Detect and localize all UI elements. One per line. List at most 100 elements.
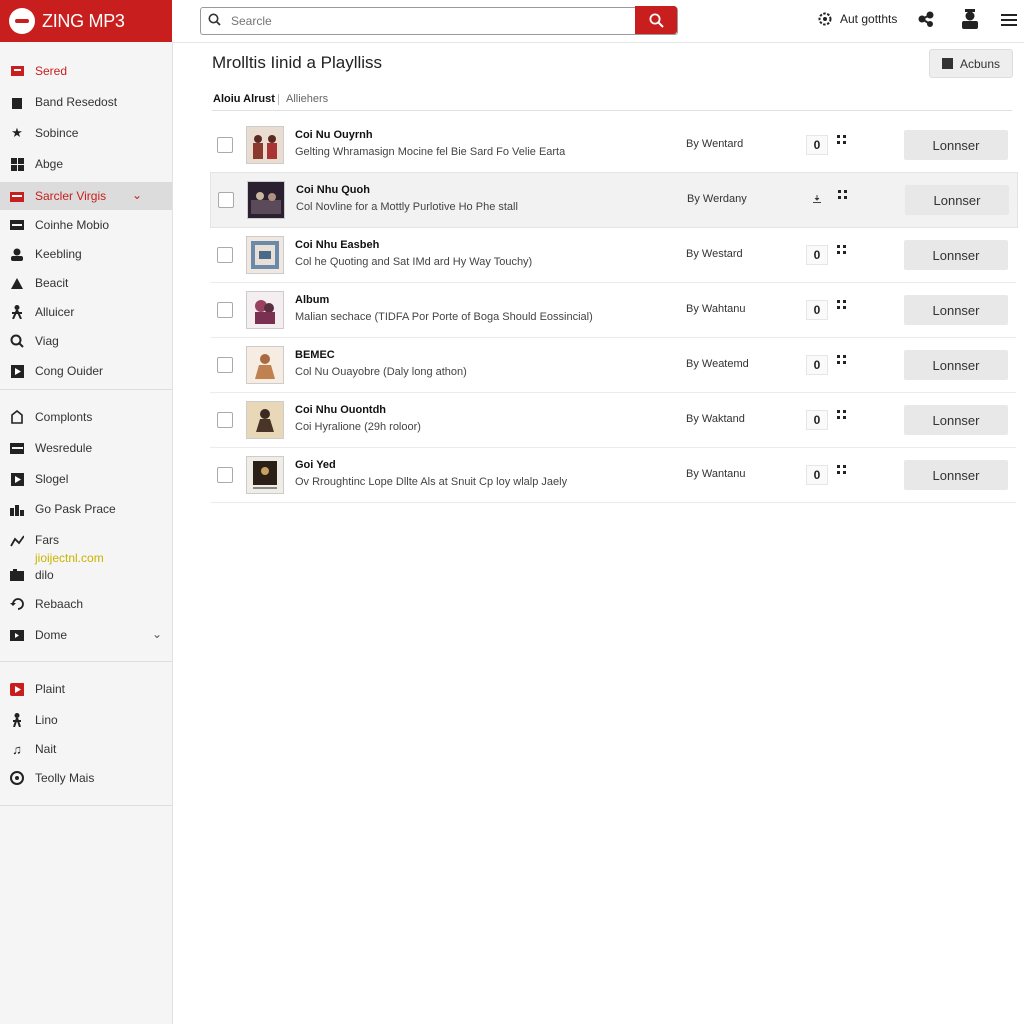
row-title[interactable]: Coi Nu Ouyrnh (295, 129, 373, 141)
row-subtitle: Malian sechace (TIDFA Por Porte of Boga … (295, 311, 593, 323)
row-title[interactable]: Coi Nhu Ouontdh (295, 404, 386, 416)
sidebar-item-go-pask-prace[interactable]: Go Pask Prace (0, 495, 172, 523)
sidebar-item-label: Cong Ouider (35, 364, 104, 378)
more-icon[interactable] (838, 190, 850, 202)
listen-button[interactable]: Lonnser (904, 240, 1008, 270)
sidebar-item-coinhe-mobio[interactable]: Coinhe Mobio (0, 211, 172, 239)
star-icon: ★ (11, 125, 23, 140)
sidebar-item-lino[interactable]: Lino (0, 706, 172, 734)
row-title[interactable]: Coi Nhu Quoh (296, 184, 370, 196)
row-title[interactable]: Goi Yed (295, 459, 336, 471)
sidebar-item-dome[interactable]: Dome ⌄ (0, 621, 172, 649)
sidebar-item-keebling[interactable]: Keebling (0, 240, 172, 268)
sidebar-item-sered[interactable]: Sered (0, 57, 172, 85)
sidebar-item-label: Coinhe Mobio (35, 218, 110, 232)
row-checkbox[interactable] (217, 412, 233, 428)
menu-icon (1001, 14, 1017, 26)
row-checkbox[interactable] (217, 467, 233, 483)
row-title[interactable]: BEMEC (295, 349, 335, 361)
more-icon[interactable] (837, 465, 849, 477)
sidebar-item-abge[interactable]: Abge (0, 150, 172, 178)
user-icon (962, 9, 978, 29)
sidebar-item-viag[interactable]: Viag (0, 327, 172, 355)
sidebar-item-label: Teolly Mais (35, 771, 95, 785)
chevron-down-icon[interactable]: ⌄ (152, 627, 162, 641)
table-row[interactable]: Album Malian sechace (TIDFA Por Porte of… (210, 283, 1016, 338)
table-row[interactable]: Coi Nu Ouyrnh Gelting Whramasign Mocine … (210, 118, 1016, 173)
row-count: 0 (806, 245, 828, 265)
row-checkbox[interactable] (217, 357, 233, 373)
sidebar-item-band-resedost[interactable]: Band Resedost (0, 88, 172, 116)
sidebar-item-label: Plaint (35, 682, 66, 696)
sidebar-item-plaint[interactable]: Plaint (0, 675, 172, 703)
sidebar-item-sarcler-virgis[interactable]: Sarcler Virgis ⌄ (0, 182, 172, 210)
menu-button[interactable] (1001, 13, 1017, 26)
row-checkbox[interactable] (217, 137, 233, 153)
row-artist: By Wantanu (686, 468, 746, 480)
sidebar-item-teolly-mais[interactable]: Teolly Mais (0, 764, 172, 792)
download-icon[interactable] (807, 190, 827, 208)
sidebar-divider (0, 805, 172, 806)
more-icon[interactable] (837, 135, 849, 147)
compass-icon (10, 276, 24, 290)
sidebar-item-sobince[interactable]: ★ Sobince (0, 119, 172, 147)
calendar-icon (10, 441, 24, 455)
more-icon[interactable] (837, 300, 849, 312)
more-icon[interactable] (837, 410, 849, 422)
search-button[interactable] (635, 6, 677, 34)
table-row[interactable]: BEMEC Col Nu Ouayobre (Daly long athon) … (210, 338, 1016, 393)
tab-album-artist[interactable]: Aloiu Alrust (213, 93, 275, 105)
row-count: 0 (806, 135, 828, 155)
sidebar-item-rebaach[interactable]: Rebaach (0, 590, 172, 618)
row-checkbox[interactable] (218, 192, 234, 208)
table-row[interactable]: Goi Yed Ov Rroughtinc Lope Dllte Als at … (210, 448, 1016, 503)
row-count: 0 (806, 465, 828, 485)
listen-button[interactable]: Lonnser (904, 295, 1008, 325)
table-row[interactable]: Coi Nhu Easbeh Col he Quoting and Sat IM… (210, 228, 1016, 283)
sidebar-item-wesredule[interactable]: Wesredule (0, 434, 172, 462)
user-button[interactable] (960, 8, 980, 30)
listen-button[interactable]: Lonnser (904, 350, 1008, 380)
sidebar-item-beacit[interactable]: Beacit (0, 269, 172, 297)
albums-button[interactable]: Acbuns (929, 49, 1013, 78)
table-row[interactable]: Coi Nhu Ouontdh Coi Hyralione (29h roloo… (210, 393, 1016, 448)
home-icon (10, 628, 24, 642)
user-icon (10, 247, 24, 261)
sidebar-item-dilo[interactable]: dilo (0, 561, 172, 589)
sidebar-item-alluicer[interactable]: Alluicer (0, 298, 172, 326)
tab-others[interactable]: Alliehers (286, 93, 328, 105)
tab-bar: Aloiu Alrust Alliehers (212, 90, 1012, 111)
row-subtitle: Coi Hyralione (29h roloor) (295, 421, 421, 433)
sidebar-item-cong-ouider[interactable]: Cong Ouider (0, 357, 172, 385)
film-icon (10, 568, 24, 582)
share-button[interactable] (917, 10, 935, 28)
row-count: 0 (806, 410, 828, 430)
row-checkbox[interactable] (217, 247, 233, 263)
listen-button[interactable]: Lonnser (904, 405, 1008, 435)
sidebar-item-label: Go Pask Prace (35, 502, 116, 516)
account-button[interactable]: Aut gotthts (817, 11, 897, 27)
chevron-down-icon[interactable]: ⌄ (132, 188, 142, 202)
listen-button[interactable]: Lonnser (904, 130, 1008, 160)
table-row[interactable]: Coi Nhu Quoh Col Novline for a Mottly Pu… (210, 172, 1018, 228)
more-icon[interactable] (837, 245, 849, 257)
sidebar-item-label: Wesredule (35, 441, 93, 455)
search-input[interactable] (229, 11, 623, 31)
logo-text: ZING MP3 (42, 10, 125, 31)
listen-button[interactable]: Lonnser (904, 460, 1008, 490)
chart-icon (10, 502, 24, 516)
row-title[interactable]: Coi Nhu Easbeh (295, 239, 379, 251)
search-icon (10, 334, 24, 348)
sidebar-item-complonts[interactable]: Complonts (0, 403, 172, 431)
sidebar-item-fars[interactable]: Fars (0, 526, 172, 554)
row-checkbox[interactable] (217, 302, 233, 318)
row-title[interactable]: Album (295, 294, 329, 306)
sidebar-item-label: Lino (35, 713, 58, 727)
sidebar-item-label: Sered (35, 64, 68, 78)
search-box (200, 7, 678, 35)
sidebar-item-nait[interactable]: ♫ Nait (0, 735, 172, 763)
logo[interactable]: ZING MP3 (0, 0, 172, 42)
listen-button[interactable]: Lonnser (905, 185, 1009, 215)
sidebar-item-slogel[interactable]: Slogel (0, 465, 172, 493)
more-icon[interactable] (837, 355, 849, 367)
